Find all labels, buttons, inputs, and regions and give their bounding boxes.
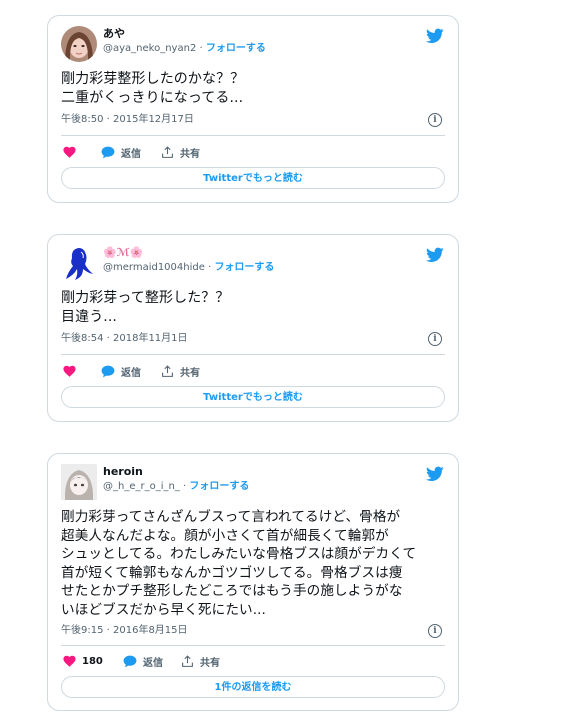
author-handle[interactable]: @mermaid1004hide · [103,262,211,273]
share-label: 共有 [200,657,220,669]
read-more-button[interactable]: 1件の返信を読む [61,676,445,698]
tweet-card: 🌸ℳ🌸 @mermaid1004hide · フォローする 剛力彩芽って整形した… [47,234,459,422]
share-label: 共有 [180,367,200,379]
tweet-card: あや @aya_neko_nyan2 · フォローする 剛力彩芽整形したのかな？… [47,15,459,203]
author-handle-row: @aya_neko_nyan2 · フォローする [103,42,266,56]
info-icon[interactable]: i [428,332,442,346]
like-button[interactable] [63,143,82,161]
author-handle-row: @_h_e_r_o_i_n_ · フォローする [103,480,249,494]
avatar[interactable] [61,464,97,500]
share-button[interactable]: 共有 [181,652,220,670]
read-more-button[interactable]: Twitterでもっと読む [61,386,445,408]
avatar[interactable] [61,245,97,281]
share-icon [162,145,173,158]
reply-button[interactable]: 返信 [123,652,163,670]
divider [61,645,445,646]
tweet-text: 剛力彩芽って整形した？？ 目違う... [61,290,230,325]
author-handle[interactable]: @_h_e_r_o_i_n_ · [103,481,186,492]
tweet-timestamp[interactable]: 午後8:50 · 2015年12月17日 [61,113,194,127]
twitter-bird-icon[interactable] [426,466,444,482]
tweet-actions: 返信 共有 [61,143,445,161]
like-button[interactable] [63,362,82,380]
tweet-timestamp[interactable]: 午後8:54 · 2018年11月1日 [61,332,188,346]
speech-bubble-icon [123,655,137,667]
like-button[interactable]: 180 [63,652,103,670]
author-handle[interactable]: @aya_neko_nyan2 · [103,43,203,54]
twitter-bird-icon[interactable] [426,28,444,44]
heart-icon [63,365,76,377]
share-button[interactable]: 共有 [161,362,200,380]
follow-link[interactable]: フォローする [189,481,249,492]
divider [61,354,445,355]
heart-icon [63,146,76,158]
like-count: 180 [82,655,103,667]
info-icon[interactable]: i [428,113,442,127]
author-name[interactable]: 🌸ℳ🌸 [103,246,143,260]
reply-label: 返信 [143,657,163,669]
follow-link[interactable]: フォローする [214,262,274,273]
tweet-timestamp[interactable]: 午後9:15 · 2016年8月15日 [61,624,188,638]
avatar[interactable] [61,26,97,62]
share-icon [182,654,193,667]
reply-label: 返信 [121,148,141,160]
tweet-card: heroin @_h_e_r_o_i_n_ · フォローする 剛力彩芽ってさんざ… [47,453,459,711]
author-handle-row: @mermaid1004hide · フォローする [103,261,274,275]
author-name[interactable]: あや [103,27,125,41]
tweet-actions: 返信 共有 [61,362,445,380]
tweet-actions: 180 返信 共有 [61,652,445,670]
divider [61,135,445,136]
follow-link[interactable]: フォローする [206,43,266,54]
speech-bubble-icon [101,146,115,158]
reply-label: 返信 [121,367,141,379]
speech-bubble-icon [101,365,115,377]
twitter-bird-icon[interactable] [426,247,444,263]
reply-button[interactable]: 返信 [101,362,141,380]
reply-button[interactable]: 返信 [101,143,141,161]
tweet-text: 剛力彩芽ってさんざんブスって言われてるけど、骨格が 超美人なんだよな。顔が小さく… [61,509,417,618]
heart-icon [63,655,76,667]
share-icon [162,364,173,377]
info-icon[interactable]: i [428,624,442,638]
share-button[interactable]: 共有 [161,143,200,161]
author-name[interactable]: heroin [103,465,143,479]
tweet-text: 剛力彩芽整形したのかな？？ 二重がくっきりになってる... [61,71,245,106]
share-label: 共有 [180,148,200,160]
read-more-button[interactable]: Twitterでもっと読む [61,167,445,189]
